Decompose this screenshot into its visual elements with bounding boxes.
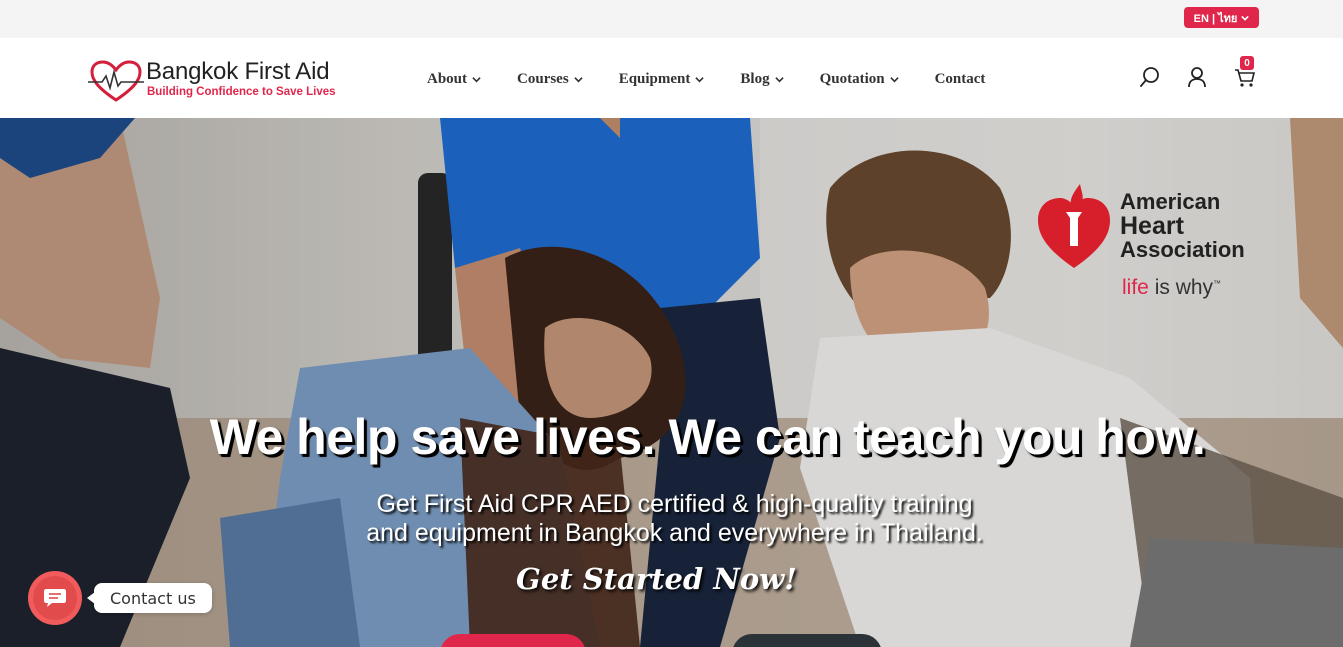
nav-item-label: Equipment xyxy=(618,70,691,87)
contact-widget-inner xyxy=(33,576,77,620)
nav-item-courses[interactable]: Courses xyxy=(517,71,583,88)
hero-subtitle: Get First Aid CPR AED certified & high-q… xyxy=(0,490,1343,548)
nav-item-about[interactable]: About xyxy=(427,71,481,88)
site-header: Bangkok First Aid Building Confidence to… xyxy=(0,38,1343,118)
aha-line2: Heart xyxy=(1120,212,1184,240)
hero-primary-button[interactable] xyxy=(440,634,586,647)
brand-name: Bangkok First Aid xyxy=(146,58,330,85)
hero-banner: American Heart Association life is why™ … xyxy=(0,118,1343,647)
chevron-down-icon xyxy=(889,76,899,82)
cart-icon[interactable] xyxy=(1234,68,1256,88)
aha-heart-torch-icon xyxy=(1038,184,1110,268)
user-icon[interactable] xyxy=(1186,66,1208,88)
nav-item-label: About xyxy=(427,70,468,87)
hero-title: We help save lives. We can teach you how… xyxy=(209,409,1206,465)
chevron-down-icon xyxy=(695,76,705,82)
nav-item-blog[interactable]: Blog xyxy=(740,70,784,88)
aha-name: American Heart Association xyxy=(1120,190,1245,262)
aha-line3: Association xyxy=(1120,237,1245,262)
chevron-down-icon xyxy=(574,76,583,82)
chevron-down-icon xyxy=(472,76,481,82)
brand-logo[interactable]: Bangkok First Aid Building Confidence to… xyxy=(88,56,358,104)
chat-bubble-icon xyxy=(44,589,66,607)
nav-item-label: Quotation xyxy=(819,70,885,87)
trademark-mark: ™ xyxy=(1213,279,1222,288)
chevron-down-icon xyxy=(774,76,784,82)
aha-slogan: life is why™ xyxy=(1122,276,1221,300)
aha-slogan-red: life xyxy=(1122,276,1149,299)
main-nav: About Courses Equipment Blog Quotation C… xyxy=(427,68,1021,90)
nav-item-contact[interactable]: Contact xyxy=(935,71,986,88)
nav-item-equipment[interactable]: Equipment xyxy=(619,71,705,88)
aha-line1: American xyxy=(1120,189,1221,214)
contact-widget-label[interactable]: Contact us xyxy=(87,583,212,613)
language-switcher[interactable]: EN | ไทย xyxy=(1184,7,1259,28)
hero-subtitle-line2: and equipment in Bangkok and everywhere … xyxy=(366,519,983,547)
contact-widget-button[interactable] xyxy=(28,571,82,625)
language-label: EN | ไทย xyxy=(1193,12,1238,25)
aha-slogan-rest: is why xyxy=(1148,276,1214,299)
top-bar: EN | ไทย xyxy=(0,0,1343,38)
hero-subtitle-line1: Get First Aid CPR AED certified & high-q… xyxy=(376,490,973,518)
hero-secondary-button[interactable] xyxy=(732,634,882,647)
cart-count-badge: 0 xyxy=(1240,56,1254,70)
nav-item-label: Courses xyxy=(517,70,569,87)
chevron-down-icon xyxy=(1241,15,1250,21)
search-icon[interactable] xyxy=(1139,66,1161,88)
aha-logo: American Heart Association life is why™ xyxy=(1036,180,1266,310)
nav-item-label: Blog xyxy=(740,70,770,87)
brand-tagline: Building Confidence to Save Lives xyxy=(147,86,336,98)
nav-item-quotation[interactable]: Quotation xyxy=(820,71,899,88)
nav-item-label: Contact xyxy=(934,70,986,87)
heart-ecg-icon xyxy=(88,60,144,102)
